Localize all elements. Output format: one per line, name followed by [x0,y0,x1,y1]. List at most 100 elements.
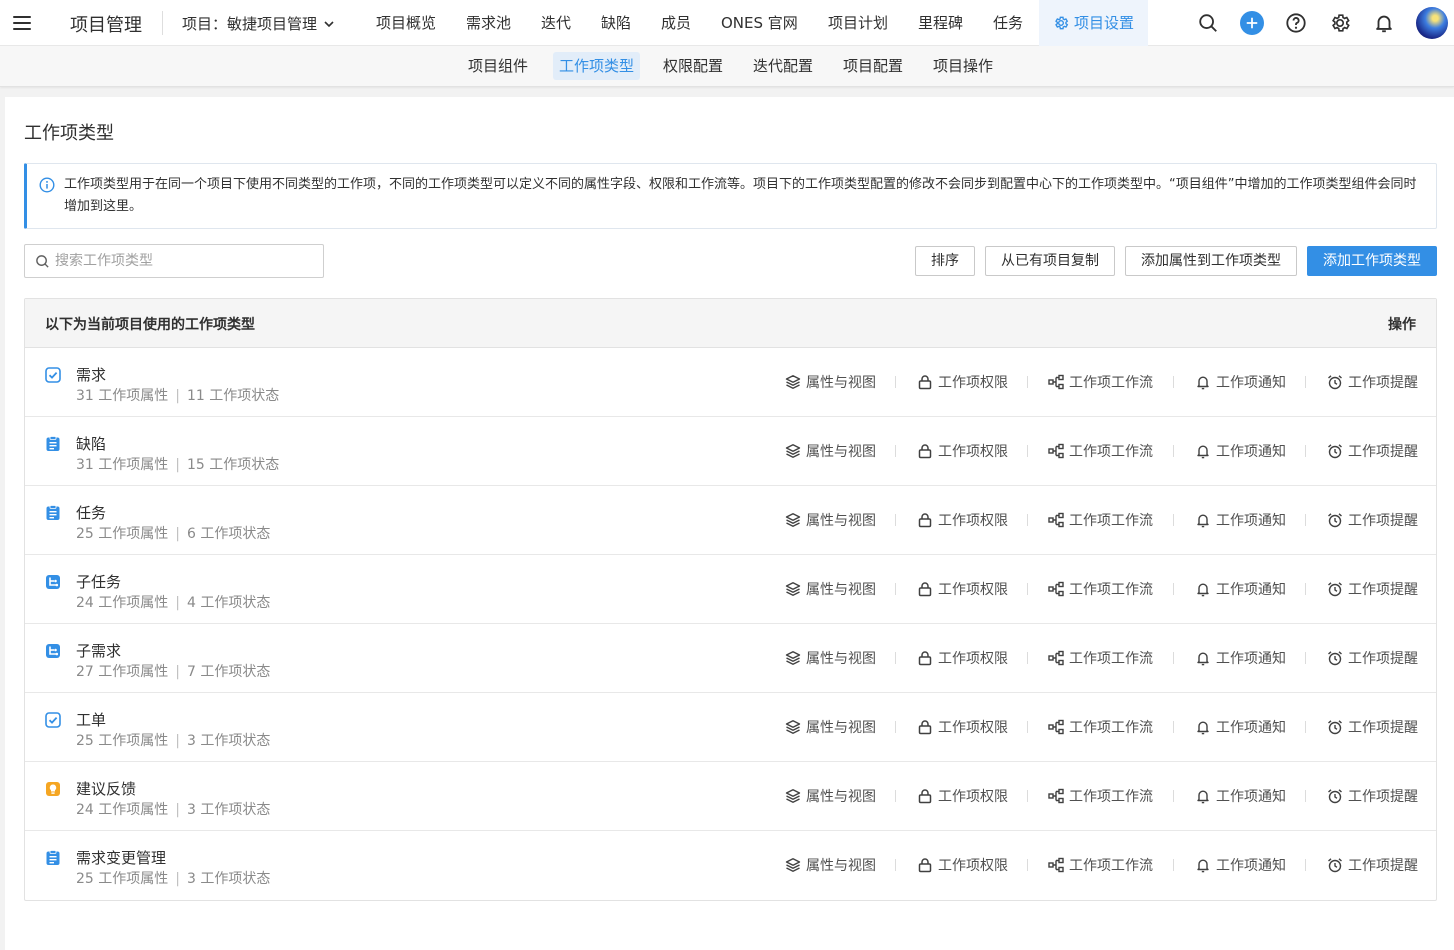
work-item-type-meta: 25 工作项属性 | 6 工作项状态 [76,523,270,543]
nav-item-members[interactable]: 成员 [661,0,691,46]
action-notifications[interactable]: 工作项通知 [1195,580,1286,598]
action-permissions[interactable]: 工作项权限 [917,373,1008,391]
subtask-icon [46,575,60,589]
action-notifications[interactable]: 工作项通知 [1195,787,1286,805]
subnav-item-project-config[interactable]: 项目配置 [837,52,909,80]
action-notifications[interactable]: 工作项通知 [1195,373,1286,391]
top-navigation-bar: 项目管理 项目：敏捷项目管理 项目概览 需求池 迭代 缺陷 成员 ONES 官网… [0,0,1454,46]
action-workflow[interactable]: 工作项工作流 [1048,787,1153,805]
action-attributes-views[interactable]: 属性与视图 [785,373,876,391]
action-notifications[interactable]: 工作项通知 [1195,511,1286,529]
subnav-item-permissions[interactable]: 权限配置 [657,52,729,80]
work-item-type-name[interactable]: 缺陷 [76,433,106,454]
attribute-count: 25 工作项属性 [76,526,169,542]
action-attributes-views[interactable]: 属性与视图 [785,649,876,667]
action-reminders[interactable]: 工作项提醒 [1327,718,1418,736]
work-item-type-name[interactable]: 任务 [76,502,106,523]
bell-icon [1197,376,1209,390]
action-divider [1305,859,1306,871]
workflow-icon [1048,443,1064,459]
work-item-type-name[interactable]: 子需求 [76,640,121,661]
action-workflow[interactable]: 工作项工作流 [1048,511,1153,529]
add-work-item-type-button[interactable]: 添加工作项类型 [1307,246,1437,276]
add-icon[interactable] [1240,11,1264,35]
action-workflow[interactable]: 工作项工作流 [1048,649,1153,667]
action-workflow[interactable]: 工作项工作流 [1048,442,1153,460]
action-permissions[interactable]: 工作项权限 [917,442,1008,460]
action-reminders[interactable]: 工作项提醒 [1327,856,1418,874]
action-permissions[interactable]: 工作项权限 [917,649,1008,667]
nav-item-tasks[interactable]: 任务 [993,0,1023,46]
action-divider [1027,445,1028,457]
action-reminders[interactable]: 工作项提醒 [1327,511,1418,529]
meta-separator: | [175,802,180,818]
action-permissions[interactable]: 工作项权限 [917,580,1008,598]
action-notifications[interactable]: 工作项通知 [1195,442,1286,460]
project-selector[interactable]: 项目：敏捷项目管理 [182,13,335,34]
copy-from-project-button[interactable]: 从已有项目复制 [985,246,1115,276]
action-workflow[interactable]: 工作项工作流 [1048,856,1153,874]
action-permissions[interactable]: 工作项权限 [917,718,1008,736]
help-icon[interactable] [1284,11,1308,35]
menu-icon[interactable] [13,15,31,31]
action-attributes-views[interactable]: 属性与视图 [785,718,876,736]
table-row: 工单 25 工作项属性 | 3 工作项状态 属性与视图 工作项权限 工作项工作流 工作项通知 工… [25,693,1436,762]
action-reminders[interactable]: 工作项提醒 [1327,373,1418,391]
attribute-count: 25 工作项属性 [76,733,169,749]
action-workflow[interactable]: 工作项工作流 [1048,718,1153,736]
action-workflow[interactable]: 工作项工作流 [1048,373,1153,391]
add-attribute-button[interactable]: 添加属性到工作项类型 [1125,246,1297,276]
action-reminders[interactable]: 工作项提醒 [1327,649,1418,667]
action-reminders[interactable]: 工作项提醒 [1327,580,1418,598]
action-notifications[interactable]: 工作项通知 [1195,718,1286,736]
action-permissions[interactable]: 工作项权限 [917,511,1008,529]
action-permissions[interactable]: 工作项权限 [917,856,1008,874]
nav-item-backlog[interactable]: 需求池 [466,0,511,46]
table-header-title: 以下为当前项目使用的工作项类型 [45,317,255,333]
settings-icon[interactable] [1328,11,1352,35]
action-attributes-views[interactable]: 属性与视图 [785,580,876,598]
nav-item-sprint[interactable]: 迭代 [541,0,571,46]
nav-item-milestone[interactable]: 里程碑 [918,0,963,46]
notification-bell-icon[interactable] [1372,11,1396,35]
sort-button[interactable]: 排序 [915,246,975,276]
work-item-type-name[interactable]: 需求 [76,364,106,385]
user-avatar[interactable] [1416,7,1448,39]
action-reminders[interactable]: 工作项提醒 [1327,442,1418,460]
work-item-type-name[interactable]: 工单 [76,709,106,730]
subnav-item-sprint-config[interactable]: 迭代配置 [747,52,819,80]
alarm-clock-icon [1328,858,1342,873]
work-item-type-name[interactable]: 需求变更管理 [76,847,166,868]
subnav-item-project-operations[interactable]: 项目操作 [927,52,999,80]
action-divider [895,514,896,526]
subnav-item-work-item-types[interactable]: 工作项类型 [553,52,641,80]
nav-item-overview[interactable]: 项目概览 [376,0,436,46]
nav-item-project-plan[interactable]: 项目计划 [828,0,888,46]
clipboard-icon [46,436,60,451]
work-item-type-name[interactable]: 建议反馈 [76,778,136,799]
project-selector-label: 项目：敏捷项目管理 [182,15,318,33]
search-input[interactable] [55,245,315,277]
table-row: 建议反馈 24 工作项属性 | 3 工作项状态 属性与视图 工作项权限 工作项工作流 工作项通… [25,762,1436,831]
subnav-item-components[interactable]: 项目组件 [462,52,534,80]
action-attributes-views[interactable]: 属性与视图 [785,511,876,529]
action-label: 工作项提醒 [1348,582,1418,598]
nav-item-bugs[interactable]: 缺陷 [601,0,631,46]
workflow-icon [1048,857,1064,873]
main-panel: 工作项类型 工作项类型用于在同一个项目下使用不同类型的工作项，不同的工作项类型可… [5,97,1454,950]
action-notifications[interactable]: 工作项通知 [1195,649,1286,667]
action-notifications[interactable]: 工作项通知 [1195,856,1286,874]
action-workflow[interactable]: 工作项工作流 [1048,580,1153,598]
layers-icon [785,375,801,389]
nav-item-project-settings[interactable]: 项目设置 [1039,0,1149,46]
search-icon[interactable] [1196,11,1220,35]
action-reminders[interactable]: 工作项提醒 [1327,787,1418,805]
action-attributes-views[interactable]: 属性与视图 [785,856,876,874]
work-item-type-name[interactable]: 子任务 [76,571,121,592]
alarm-clock-icon [1328,651,1342,666]
action-divider [1173,721,1174,733]
action-attributes-views[interactable]: 属性与视图 [785,442,876,460]
nav-item-ones-website[interactable]: ONES 官网 [721,0,798,46]
action-attributes-views[interactable]: 属性与视图 [785,787,876,805]
action-permissions[interactable]: 工作项权限 [917,787,1008,805]
